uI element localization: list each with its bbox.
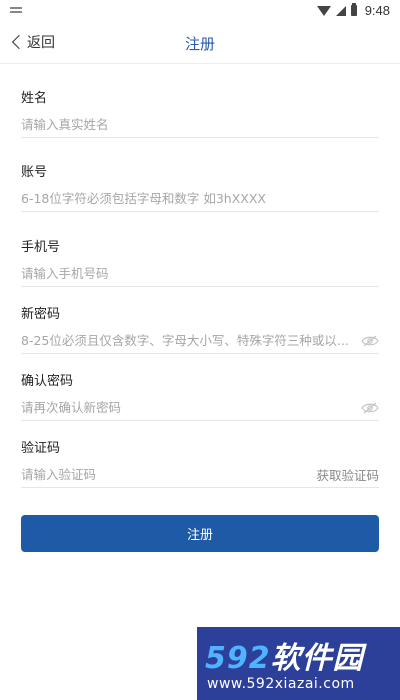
watermark-logo: 592软件园 www.592xiazai.com xyxy=(197,627,400,700)
new-password-label: 新密码 xyxy=(21,307,61,322)
battery-icon xyxy=(350,3,357,16)
watermark-brand-num: 592 xyxy=(205,641,271,676)
code-field: 验证码 获取验证码 xyxy=(21,437,379,488)
code-row: 获取验证码 xyxy=(21,462,379,488)
status-bar: 9:48 xyxy=(0,0,400,22)
account-label: 账号 xyxy=(21,165,48,180)
new-password-input[interactable] xyxy=(21,333,355,348)
register-button[interactable]: 注册 xyxy=(21,515,379,552)
notification-icon xyxy=(10,7,22,13)
account-row xyxy=(21,186,379,212)
account-field: 账号 xyxy=(21,161,379,212)
new-password-field: 新密码 xyxy=(21,303,379,354)
get-code-button[interactable]: 获取验证码 xyxy=(316,465,379,484)
eye-hidden-icon[interactable] xyxy=(361,335,379,347)
confirm-password-input[interactable] xyxy=(21,400,355,415)
account-input[interactable] xyxy=(21,191,379,206)
wifi-icon xyxy=(316,5,331,16)
watermark-url: www.592xiazai.com xyxy=(207,676,355,692)
name-field: 姓名 xyxy=(21,87,379,138)
phone-label: 手机号 xyxy=(21,240,61,255)
confirm-password-label: 确认密码 xyxy=(21,374,74,389)
confirm-password-field: 确认密码 xyxy=(21,370,379,421)
code-label: 验证码 xyxy=(21,441,61,456)
status-icons: 9:48 xyxy=(316,3,390,18)
phone-row xyxy=(21,261,379,287)
phone-input[interactable] xyxy=(21,266,379,281)
new-password-row xyxy=(21,328,379,354)
name-input[interactable] xyxy=(21,117,379,132)
phone-field: 手机号 xyxy=(21,236,379,287)
confirm-password-row xyxy=(21,395,379,421)
signal-icon xyxy=(335,5,346,16)
eye-hidden-icon[interactable] xyxy=(361,402,379,414)
watermark-brand-text: 软件园 xyxy=(270,641,364,676)
status-time: 9:48 xyxy=(364,3,390,18)
page-title: 注册 xyxy=(184,35,215,53)
watermark-brand: 592软件园 xyxy=(205,633,364,677)
header: 返回 注册 xyxy=(0,22,400,64)
name-row xyxy=(21,112,379,138)
code-input[interactable] xyxy=(21,467,309,482)
name-label: 姓名 xyxy=(21,91,48,106)
